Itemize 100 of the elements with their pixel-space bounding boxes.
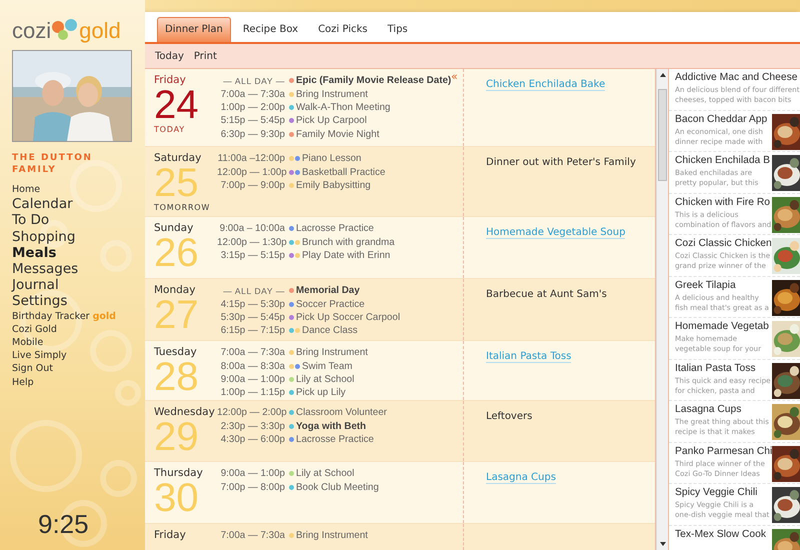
nav-link[interactable]: Calendar (12, 196, 73, 212)
tab[interactable]: Dinner Plan (157, 17, 231, 42)
event-time: 4:30p — 6:00p (220, 434, 285, 445)
event-title[interactable]: Book Club Meeting (296, 482, 379, 493)
date-number: 24 (154, 86, 198, 124)
event-title[interactable]: Basketball Practice (302, 166, 386, 178)
event-title[interactable]: Yoga with Beth (296, 420, 366, 432)
event-title[interactable]: Lily at School (296, 374, 354, 385)
tier-label: gold (92, 310, 116, 322)
event-time: 11:00a –12:00p (217, 153, 285, 164)
event-title[interactable]: Dance Class (302, 325, 358, 336)
nav-link[interactable]: Mobile (12, 336, 44, 350)
event-time: 5:30p — 5:45p (220, 312, 285, 323)
logo-wordmark: cozi (12, 20, 52, 42)
event-title[interactable]: Epic (Family Movie Release Date) (296, 75, 452, 86)
event-time: 7:00p — 8:00p (220, 482, 285, 493)
nav-link[interactable]: Journal (12, 277, 59, 294)
date-number: 28 (154, 358, 198, 396)
event-title[interactable]: Piano Lesson (302, 153, 362, 164)
recipe-title: Italian Pasta Toss (675, 362, 757, 376)
event-title[interactable]: Brunch with grandma (302, 236, 395, 248)
event-title[interactable]: Classroom Volunteer (296, 407, 387, 418)
event-title[interactable]: Bring Instrument (296, 347, 368, 358)
nav-link[interactable]: Birthday Tracker (12, 310, 90, 323)
recipe-title: Greek Tilapia (675, 278, 737, 292)
event-time: — ALL DAY — (222, 76, 285, 86)
event-title[interactable]: Emily Babysitting (296, 180, 371, 191)
recipe-title: Chicken Enchilada B (675, 154, 770, 168)
event-time: 1:00p — 1:15p (220, 387, 285, 398)
weekday: Wednesday (154, 406, 215, 418)
clock: 9:25 (38, 509, 89, 540)
weekday: Monday (154, 284, 196, 296)
event-title[interactable]: Soccer Practice (296, 298, 365, 310)
event-time: 12:00p — 1:30p (217, 236, 285, 248)
event-time: 3:15p — 5:15p (220, 250, 285, 261)
scrollbar[interactable] (656, 69, 669, 550)
event-title[interactable]: Lacrosse Practice (296, 223, 374, 234)
family-name: THE DUTTON FAMILY (12, 152, 94, 176)
day-note: TODAY (154, 125, 186, 134)
nav-link[interactable]: Cozi Gold (12, 322, 57, 336)
event-title[interactable]: Play Date with Erinn (302, 250, 390, 261)
event-time: 5:15p — 5:45p (220, 115, 285, 126)
weekday: Thursday (154, 467, 203, 479)
nav-link[interactable]: Help (12, 376, 34, 389)
tab[interactable]: Tips (379, 17, 416, 42)
event-title[interactable]: Memorial Day (296, 285, 360, 296)
recipe-card[interactable]: Tex-Mex Slow Cook (669, 526, 800, 550)
event-title[interactable]: Pick Up Carpool (296, 115, 367, 126)
dinner-note: Barbecue at Aunt Sam's (486, 289, 607, 300)
event-time: 6:30p — 9:30p (220, 128, 285, 140)
weekday: Friday (154, 529, 186, 541)
nav-link[interactable]: Sign Out (12, 362, 53, 376)
event-time: 7:00a — 7:30a (220, 347, 285, 358)
recipe-title: Homemade Vegetab (675, 320, 769, 334)
event-title[interactable]: Lily at School (296, 468, 354, 480)
event-title[interactable]: Swim Team (302, 360, 352, 372)
event-title[interactable]: Family Movie Night (296, 128, 380, 140)
date-number: 30 (154, 479, 198, 517)
recipe-title: Tex-Mex Slow Cook (675, 528, 766, 542)
date-number: 29 (154, 418, 198, 456)
event-time: 9:00a – 10:00a (218, 223, 285, 234)
weekday: Saturday (154, 152, 202, 164)
recipe-title: Cozi Classic Chicken (675, 237, 772, 251)
date-number: 27 (154, 296, 198, 334)
event-time: 9:00a — 1:00p (220, 374, 285, 385)
event-time: 7:00a — 7:30a (220, 88, 285, 100)
day-note: TOMORROW (154, 203, 210, 212)
nav-link[interactable]: To Do (12, 212, 50, 229)
nav-link[interactable]: Home (12, 183, 40, 196)
nav-link[interactable]: Messages (12, 261, 78, 278)
event-title[interactable]: Lacrosse Practice (296, 434, 374, 445)
event-title[interactable]: Walk-A-Thon Meeting (296, 102, 390, 113)
event-time: 6:15p — 7:15p (220, 325, 285, 336)
nav-link[interactable]: Settings (12, 293, 68, 310)
nav-link[interactable]: Live Simply (12, 349, 67, 362)
weekday: Tuesday (154, 346, 198, 358)
event-time: 1:00p — 2:00p (220, 102, 285, 113)
event-title[interactable]: Bring Instrument (296, 88, 368, 100)
dinner-note: Leftovers (486, 411, 532, 422)
toolbar-button[interactable]: Today (151, 48, 188, 64)
recipe-title: Bacon Cheddar App (675, 112, 768, 126)
weekday: Sunday (154, 222, 194, 234)
event-time: 7:00p — 9:00p (220, 180, 285, 191)
event-time: 9:00a — 1:00p (220, 468, 285, 480)
nav-link[interactable]: Meals (12, 244, 56, 262)
event-time: 2:30p — 3:30p (220, 420, 285, 432)
tab[interactable]: Cozi Picks (310, 17, 376, 42)
nav-link[interactable]: Shopping (12, 228, 76, 245)
tab[interactable]: Recipe Box (234, 17, 306, 42)
dinner-note: Dinner out with Peter's Family (486, 157, 636, 168)
event-title[interactable]: Bring Instrument (296, 530, 368, 542)
toolbar-button[interactable]: Print (190, 48, 221, 64)
event-title[interactable]: Pick Up Soccer Carpool (296, 312, 400, 323)
event-time: 12:00p — 1:00p (217, 166, 285, 178)
recipe-title: Chicken with Fire Ro (675, 196, 771, 210)
event-title[interactable]: Pick up Lily (296, 387, 346, 398)
date-number: 26 (154, 234, 198, 272)
recipe-title: Spicy Veggie Chili (675, 486, 758, 500)
event-time: 12:00p — 2:00p (217, 407, 285, 418)
event-time: — ALL DAY — (222, 286, 285, 296)
